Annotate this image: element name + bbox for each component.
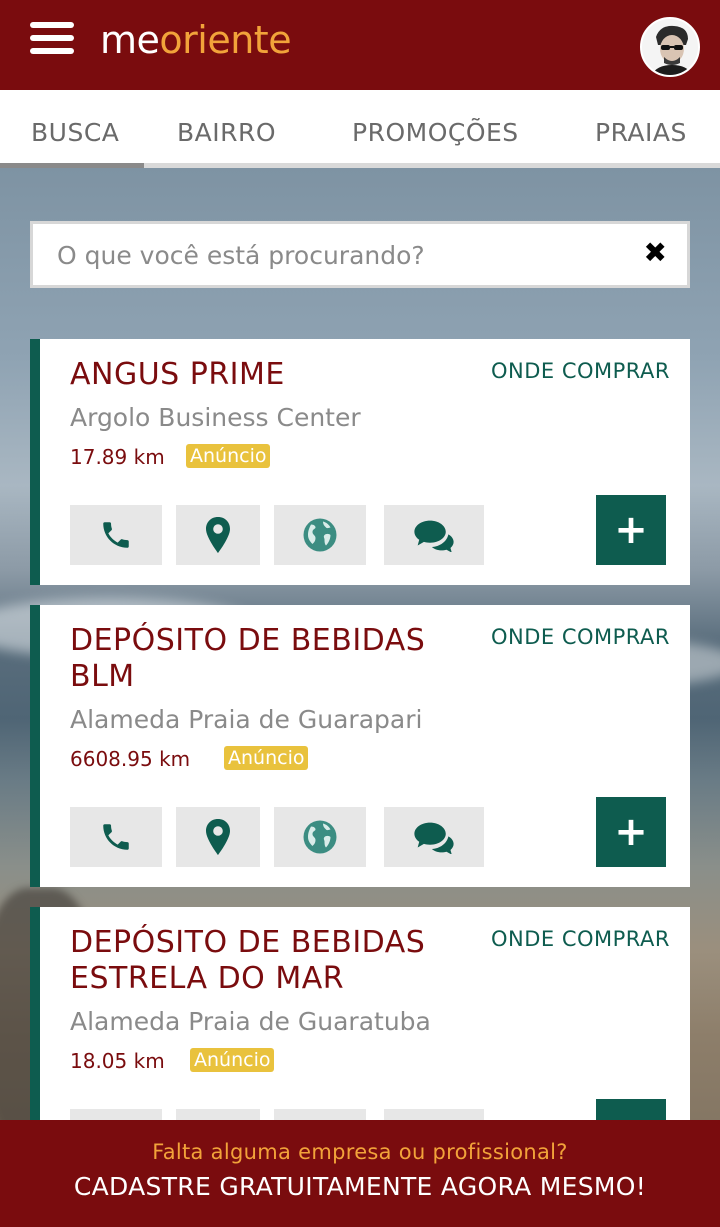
onde-comprar-link[interactable]: ONDE COMPRAR [491,359,670,383]
search-input[interactable] [57,234,617,276]
map-pin-icon [206,517,230,553]
chat-button[interactable] [384,505,484,565]
register-banner[interactable]: Falta alguma empresa ou profissional? CA… [0,1120,720,1227]
result-card: DEPÓSITO DE BEBIDAS ESTRELA DO MAR ONDE … [30,907,690,1169]
ad-badge: Anúncio [186,444,271,468]
distance: 18.05 km [70,1049,165,1073]
globe-icon [303,820,337,854]
business-address: Argolo Business Center [70,403,361,432]
tab-bairro[interactable]: BAIRRO [177,118,276,147]
ad-badge: Anúncio [224,746,309,770]
map-button[interactable] [176,505,260,565]
business-name[interactable]: DEPÓSITO DE BEBIDAS ESTRELA DO MAR [70,925,425,997]
business-address: Alameda Praia de Guaratuba [70,1007,431,1036]
tab-promocoes[interactable]: PROMOÇÕES [352,118,519,147]
phone-icon [103,824,129,850]
clear-search-icon[interactable]: ✖ [644,236,667,269]
plus-icon: + [614,507,648,553]
result-card: DEPÓSITO DE BEBIDAS BLM ONDE COMPRAR Ala… [30,605,690,887]
website-button[interactable] [274,505,366,565]
call-button[interactable] [70,807,162,867]
business-name[interactable]: ANGUS PRIME [70,357,285,393]
website-button[interactable] [274,807,366,867]
logo-oriente: oriente [159,18,292,62]
logo-me: me [100,18,160,62]
avatar[interactable] [640,17,700,77]
distance: 6608.95 km [70,747,191,771]
plus-icon: + [614,809,648,855]
top-bar: meoriente [0,0,720,90]
ad-badge: Anúncio [190,1048,275,1072]
onde-comprar-link[interactable]: ONDE COMPRAR [491,927,670,951]
business-address: Alameda Praia de Guarapari [70,705,423,734]
banner-question: Falta alguma empresa ou profissional? [152,1140,568,1164]
chat-button[interactable] [384,807,484,867]
tab-bar: BUSCA BAIRRO PROMOÇÕES PRAIAS [0,90,720,168]
more-button[interactable]: + [596,495,666,565]
more-button[interactable]: + [596,797,666,867]
hamburger-menu-icon[interactable] [30,22,74,60]
tab-praias[interactable]: PRAIAS [595,118,687,147]
business-name[interactable]: DEPÓSITO DE BEBIDAS BLM [70,623,425,695]
tab-busca[interactable]: BUSCA [31,118,119,147]
app-logo[interactable]: meoriente [100,18,292,62]
chat-icon [414,822,454,854]
call-button[interactable] [70,505,162,565]
banner-cta: CADASTRE GRATUITAMENTE AGORA MESMO! [73,1172,647,1201]
globe-icon [303,518,337,552]
result-card: ANGUS PRIME ONDE COMPRAR Argolo Business… [30,339,690,585]
phone-icon [103,522,129,548]
active-tab-indicator [0,163,144,168]
onde-comprar-link[interactable]: ONDE COMPRAR [491,625,670,649]
chat-icon [414,520,454,552]
search-box: ✖ [30,221,690,288]
map-button[interactable] [176,807,260,867]
map-pin-icon [206,819,230,855]
distance: 17.89 km [70,445,165,469]
